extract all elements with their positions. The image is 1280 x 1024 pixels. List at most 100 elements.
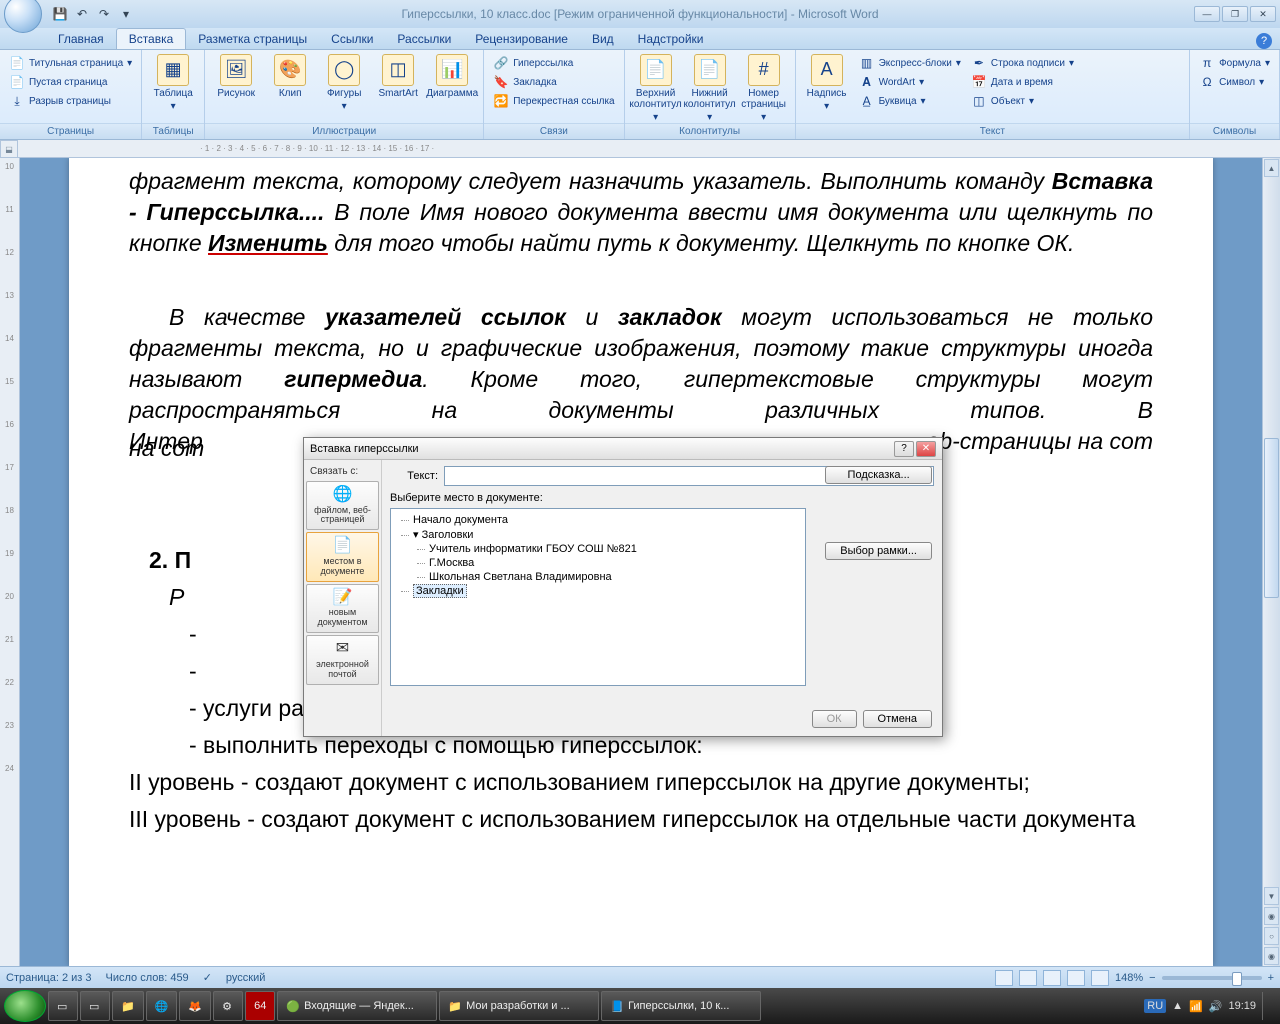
show-desktop[interactable] <box>1262 992 1270 1020</box>
ruler-mark: 12 <box>5 248 14 257</box>
blank-page-button[interactable]: 📄Пустая страница <box>6 73 135 91</box>
status-page[interactable]: Страница: 2 из 3 <box>6 972 92 984</box>
scroll-thumb[interactable] <box>1264 438 1279 598</box>
zoom-level[interactable]: 148% <box>1115 972 1143 984</box>
link-to-file-web[interactable]: 🌐файлом, веб-страницей <box>306 481 379 530</box>
page-number-button[interactable]: #Номер страницы▾ <box>739 54 789 123</box>
redo-icon[interactable]: ↷ <box>94 4 114 24</box>
start-button[interactable] <box>4 990 46 1022</box>
task-pin[interactable]: ▭ <box>80 991 110 1021</box>
vertical-ruler[interactable]: 10 11 12 13 14 15 16 17 18 19 20 21 22 2… <box>0 158 20 966</box>
taskbar-item-chrome[interactable]: 🟢 Входящие — Яндек... <box>277 991 437 1021</box>
draft-view[interactable] <box>1091 970 1109 986</box>
task-pin[interactable]: 64 <box>245 991 275 1021</box>
tree-item[interactable]: Школьная Светлана Владимировна <box>397 570 799 584</box>
signature-line-button[interactable]: ✒Строка подписи ▾ <box>968 54 1077 72</box>
help-icon[interactable]: ? <box>1256 33 1272 49</box>
tree-item[interactable]: Начало документа <box>397 513 799 527</box>
equation-button[interactable]: πФормула ▾ <box>1196 54 1273 72</box>
wordart-button[interactable]: 𝐀WordArt ▾ <box>856 73 964 91</box>
tray-language[interactable]: RU <box>1144 999 1166 1013</box>
tray-clock[interactable]: 19:19 <box>1228 1000 1256 1012</box>
cross-ref-button[interactable]: 🔁Перекрестная ссылка <box>490 92 617 110</box>
tab-addins[interactable]: Надстройки <box>626 29 716 49</box>
task-pin[interactable]: 🌐 <box>146 991 178 1021</box>
print-layout-view[interactable] <box>995 970 1013 986</box>
footer-button[interactable]: 📄Нижний колонтитул▾ <box>685 54 735 123</box>
browse-object-icon[interactable]: ○ <box>1264 927 1279 945</box>
bookmark-button[interactable]: 🔖Закладка <box>490 73 617 91</box>
qat-dropdown-icon[interactable]: ▾ <box>116 4 136 24</box>
status-language[interactable]: русский <box>226 972 265 984</box>
tree-item-bookmarks[interactable]: Закладки <box>397 584 799 598</box>
next-page-icon[interactable]: ◉ <box>1264 947 1279 965</box>
quick-parts-button[interactable]: ▥Экспресс-блоки ▾ <box>856 54 964 72</box>
link-to-place-in-doc[interactable]: 📄местом в документе <box>306 532 379 581</box>
zoom-slider[interactable] <box>1162 976 1262 980</box>
full-screen-view[interactable] <box>1019 970 1037 986</box>
horizontal-ruler[interactable]: ⬓ · 1 · 2 · 3 · 4 · 5 · 6 · 7 · 8 · 9 · … <box>0 140 1280 158</box>
dialog-titlebar[interactable]: Вставка гиперссылки ? ✕ <box>304 438 942 460</box>
spellcheck-icon[interactable]: ✓ <box>203 971 212 984</box>
document-tree[interactable]: Начало документа ▾ Заголовки Учитель инф… <box>390 508 806 686</box>
tree-item[interactable]: Г.Москва <box>397 556 799 570</box>
save-icon[interactable]: 💾 <box>50 4 70 24</box>
ok-button[interactable]: ОК <box>812 710 857 728</box>
dialog-help-button[interactable]: ? <box>894 441 914 457</box>
symbol-button[interactable]: ΩСимвол ▾ <box>1196 73 1273 91</box>
page-break-button[interactable]: ⤓Разрыв страницы <box>6 92 135 110</box>
outline-view[interactable] <box>1067 970 1085 986</box>
tree-item[interactable]: Учитель информатики ГБОУ СОШ №821 <box>397 542 799 556</box>
clip-button[interactable]: 🎨Клип <box>265 54 315 99</box>
undo-icon[interactable]: ↶ <box>72 4 92 24</box>
scroll-up-icon[interactable]: ▲ <box>1264 159 1279 177</box>
shapes-button[interactable]: ◯Фигуры▾ <box>319 54 369 112</box>
dropcap-button[interactable]: A̲Буквица ▾ <box>856 92 964 110</box>
prev-page-icon[interactable]: ◉ <box>1264 907 1279 925</box>
tab-home[interactable]: Главная <box>46 29 116 49</box>
object-button[interactable]: ◫Объект ▾ <box>968 92 1077 110</box>
group-links: 🔗Гиперссылка 🔖Закладка 🔁Перекрестная ссы… <box>484 50 624 139</box>
tree-item-headings[interactable]: ▾ Заголовки <box>397 527 799 542</box>
cancel-button[interactable]: Отмена <box>863 710 932 728</box>
table-button[interactable]: ▦Таблица▾ <box>148 54 198 112</box>
task-pin[interactable]: 🦊 <box>179 991 211 1021</box>
task-pin[interactable]: ▭ <box>48 991 78 1021</box>
smartart-button[interactable]: ◫SmartArt <box>373 54 423 99</box>
zoom-out-icon[interactable]: − <box>1149 972 1155 984</box>
close-button[interactable]: ✕ <box>1250 6 1276 22</box>
tab-page-layout[interactable]: Разметка страницы <box>186 29 319 49</box>
taskbar-item-explorer[interactable]: 📁 Мои разработки и ... <box>439 991 599 1021</box>
tray-icon[interactable]: ▲ <box>1172 1000 1183 1012</box>
tab-review[interactable]: Рецензирование <box>463 29 580 49</box>
tab-mailings[interactable]: Рассылки <box>385 29 463 49</box>
ruler-corner[interactable]: ⬓ <box>0 140 18 158</box>
task-pin[interactable]: ⚙ <box>213 991 243 1021</box>
chart-button[interactable]: 📊Диаграмма <box>427 54 477 99</box>
zoom-in-icon[interactable]: + <box>1268 972 1274 984</box>
screentip-button[interactable]: Подсказка... <box>825 466 932 484</box>
tab-references[interactable]: Ссылки <box>319 29 385 49</box>
scroll-down-icon[interactable]: ▼ <box>1264 887 1279 905</box>
link-to-new-doc[interactable]: 📝новым документом <box>306 584 379 633</box>
target-frame-button[interactable]: Выбор рамки... <box>825 542 932 560</box>
header-button[interactable]: 📄Верхний колонтитул▾ <box>631 54 681 123</box>
task-pin[interactable]: 📁 <box>112 991 144 1021</box>
cover-page-button[interactable]: 📄Титульная страница ▾ <box>6 54 135 72</box>
tab-insert[interactable]: Вставка <box>116 28 187 49</box>
minimize-button[interactable]: — <box>1194 6 1220 22</box>
web-layout-view[interactable] <box>1043 970 1061 986</box>
tray-volume-icon[interactable]: 🔊 <box>1209 1000 1223 1013</box>
tray-network-icon[interactable]: 📶 <box>1189 1000 1203 1013</box>
taskbar-item-word[interactable]: 📘 Гиперссылки, 10 к... <box>601 991 761 1021</box>
date-time-button[interactable]: 📅Дата и время <box>968 73 1077 91</box>
hyperlink-button[interactable]: 🔗Гиперссылка <box>490 54 617 72</box>
link-to-email[interactable]: ✉электронной почтой <box>306 635 379 684</box>
maximize-button[interactable]: ❐ <box>1222 6 1248 22</box>
picture-button[interactable]: 🖼Рисунок <box>211 54 261 99</box>
textbox-button[interactable]: AНадпись▾ <box>802 54 852 112</box>
vertical-scrollbar[interactable]: ▲ ▼ ◉ ○ ◉ <box>1262 158 1280 966</box>
dialog-close-button[interactable]: ✕ <box>916 441 936 457</box>
tab-view[interactable]: Вид <box>580 29 626 49</box>
status-word-count[interactable]: Число слов: 459 <box>106 972 189 984</box>
